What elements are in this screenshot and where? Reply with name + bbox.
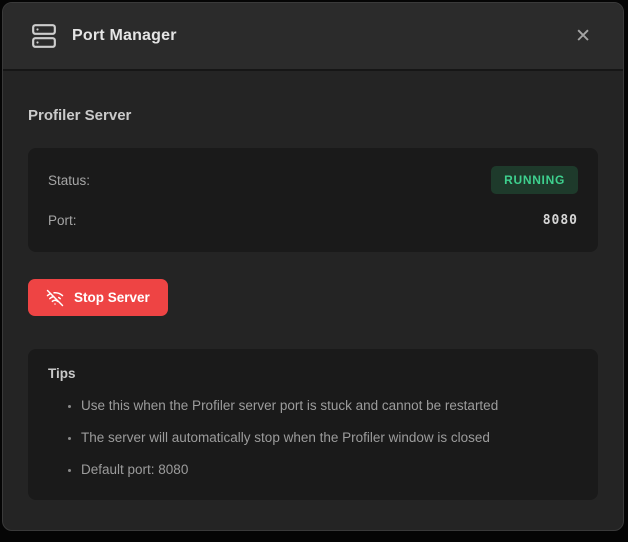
wifi-off-icon xyxy=(46,289,64,307)
tips-panel: Tips Use this when the Profiler server p… xyxy=(28,349,598,500)
dialog-content: Profiler Server Status: RUNNING Port: 80… xyxy=(3,71,623,500)
port-manager-dialog: Port Manager ✕ Profiler Server Status: R… xyxy=(2,2,624,531)
tip-item: Use this when the Profiler server port i… xyxy=(81,398,578,415)
close-button[interactable]: ✕ xyxy=(565,21,601,52)
dialog-title: Port Manager xyxy=(72,27,177,45)
close-icon: ✕ xyxy=(575,26,591,47)
status-badge: RUNNING xyxy=(491,166,578,194)
tip-item: The server will automatically stop when … xyxy=(81,430,578,447)
status-panel: Status: RUNNING Port: 8080 xyxy=(28,148,598,252)
port-row: Port: 8080 xyxy=(48,206,578,234)
status-label: Status: xyxy=(48,173,90,188)
stop-server-label: Stop Server xyxy=(74,290,150,305)
tip-item: Default port: 8080 xyxy=(81,462,578,479)
status-row: Status: RUNNING xyxy=(48,166,578,194)
tips-heading: Tips xyxy=(48,366,578,381)
screen-background: Port Manager ✕ Profiler Server Status: R… xyxy=(0,0,628,542)
stop-server-button[interactable]: Stop Server xyxy=(28,279,168,316)
port-value: 8080 xyxy=(543,213,578,228)
section-heading: Profiler Server xyxy=(28,107,598,124)
port-label: Port: xyxy=(48,213,77,228)
dialog-titlebar: Port Manager ✕ xyxy=(3,3,623,71)
tips-list: Use this when the Profiler server port i… xyxy=(48,398,578,479)
server-icon xyxy=(31,23,57,49)
